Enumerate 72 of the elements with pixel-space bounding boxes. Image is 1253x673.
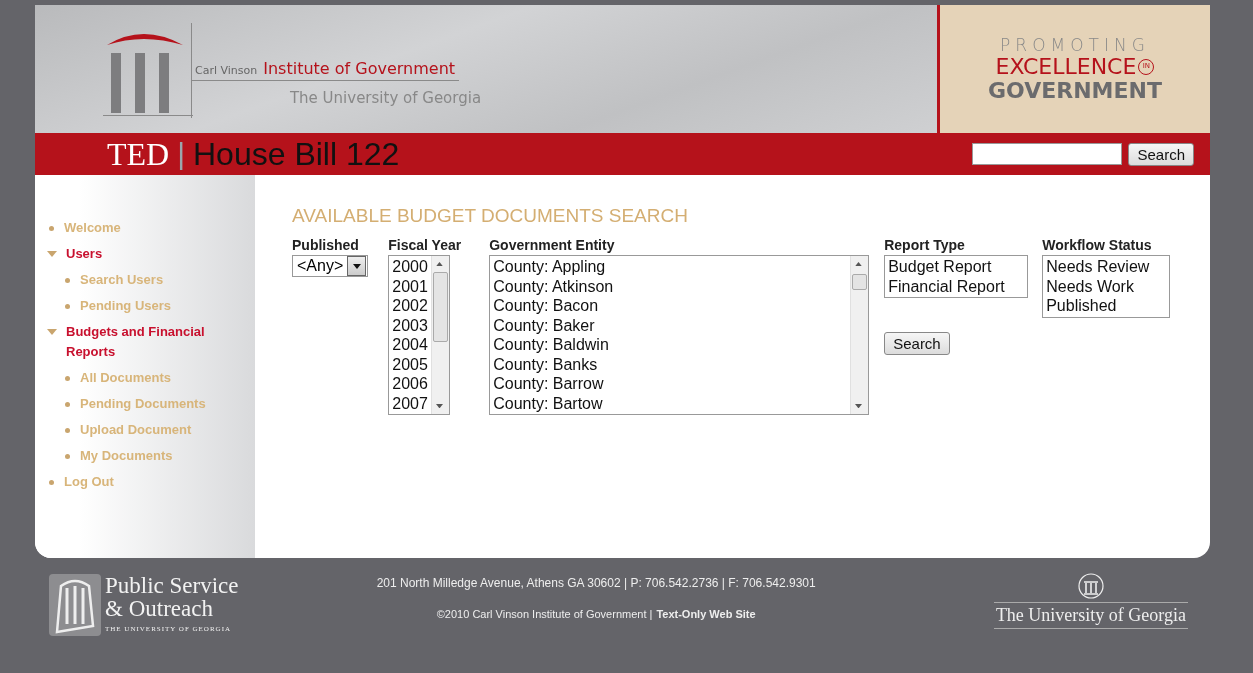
search-field[interactable]: [972, 143, 1123, 165]
section-heading: AVAILABLE BUDGET DOCUMENTS SEARCH: [292, 205, 689, 227]
list-option[interactable]: County: Barrow: [493, 374, 848, 394]
scroll-up-icon: [855, 262, 863, 267]
slogan-text: EXCELLENCE: [995, 55, 1137, 78]
text-only-link[interactable]: Text-Only Web Site: [656, 608, 756, 620]
list-option[interactable]: County: Baker: [493, 315, 848, 335]
logo-text: Public Service: [105, 574, 239, 597]
scrollbar-thumb[interactable]: [852, 274, 868, 290]
list-option[interactable]: 2000: [392, 257, 429, 277]
list-option[interactable]: County: Bacon: [493, 296, 848, 316]
scrollbar-thumb[interactable]: [433, 272, 449, 342]
bullet-icon: [65, 278, 70, 283]
list-option[interactable]: County: Banks: [493, 354, 848, 374]
bullet-icon: [65, 376, 70, 381]
expanded-icon[interactable]: [47, 251, 57, 257]
footer-address: 201 North Milledge Avenue, Athens GA 30602 | P: 706.542.2736 | F: 706.542.9301: [376, 576, 816, 590]
report-type-list[interactable]: Budget Report Financial Report: [884, 255, 1029, 298]
bullet-icon: [65, 428, 70, 433]
sidebar-section[interactable]: Budgets and Financial Reports: [66, 322, 216, 362]
university-name: The University of Georgia: [289, 89, 482, 107]
list-option[interactable]: 2001: [392, 276, 429, 296]
list-option[interactable]: 2006: [392, 374, 429, 394]
list-option[interactable]: County: Appling: [493, 257, 848, 277]
field-label: Fiscal Year: [388, 237, 462, 253]
fiscal-year-list[interactable]: 2000 2001 2002 2003 2004 2005 2006 2007: [388, 255, 451, 415]
list-option[interactable]: 2005: [392, 354, 429, 374]
list-option[interactable]: Needs Work: [1046, 276, 1167, 296]
list-option[interactable]: County: Atkinson: [493, 276, 848, 296]
bullet-icon: [49, 226, 54, 231]
sidebar-section[interactable]: Users: [66, 244, 216, 264]
brand-name: TED: [107, 135, 170, 173]
field-label: Report Type: [884, 237, 966, 253]
list-option[interactable]: 2002: [392, 296, 429, 316]
columns-logo-icon: [49, 574, 101, 636]
title-separator: |: [177, 137, 185, 171]
scroll-down-icon: [855, 403, 863, 408]
bullet-icon: [65, 304, 70, 309]
list-option[interactable]: Budget Report: [888, 257, 1025, 277]
logo-text: & Outreach: [105, 597, 214, 620]
slogan-text: PROMOTING: [1000, 36, 1150, 54]
bullet-icon: [65, 402, 70, 407]
bullet-icon: [49, 480, 54, 485]
list-option[interactable]: Financial Report: [888, 276, 1025, 296]
page-title: House Bill 122: [193, 135, 401, 173]
workflow-status-list[interactable]: Needs Review Needs Work Published: [1042, 255, 1171, 318]
list-option[interactable]: Published: [1046, 296, 1167, 316]
published-dropdown[interactable]: <Any>: [292, 255, 369, 277]
slogan-text: GOVERNMENT: [988, 79, 1162, 102]
entity-list[interactable]: County: Appling County: Atkinson County: Bacon County: Baker County: Baldwin County: Banks County: Barrow County: Bartow: [489, 255, 870, 415]
institute-prefix: Carl Vinson: [195, 64, 258, 77]
bullet-icon: [65, 454, 70, 459]
search-button[interactable]: Search: [884, 332, 950, 355]
list-option[interactable]: County: Baldwin: [493, 335, 848, 355]
expanded-icon[interactable]: [47, 329, 57, 335]
institute-name: Institute of Government: [263, 59, 456, 78]
scrollbar[interactable]: [850, 256, 869, 414]
copyright-text: ©2010 Carl Vinson Institute of Government |: [436, 608, 653, 620]
list-option[interactable]: County: Bartow: [493, 393, 848, 413]
scroll-down-icon: [436, 403, 444, 408]
list-option[interactable]: 2007: [392, 393, 429, 413]
list-option[interactable]: 2004: [392, 335, 429, 355]
field-label: Published: [292, 237, 360, 253]
scrollbar[interactable]: [431, 256, 450, 414]
scroll-up-icon: [436, 262, 444, 267]
list-option[interactable]: 2003: [392, 315, 429, 335]
university-name: The University of Georgia: [993, 602, 1188, 629]
field-label: Government Entity: [489, 237, 616, 253]
search-button[interactable]: Search: [1128, 142, 1194, 166]
caret-icon: [352, 263, 361, 269]
field-label: Workflow Status: [1042, 237, 1153, 253]
list-option[interactable]: Needs Review: [1046, 257, 1167, 277]
